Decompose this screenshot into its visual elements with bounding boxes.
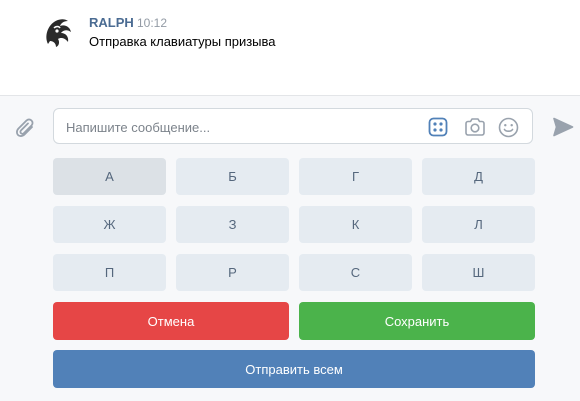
key-button[interactable]: А — [53, 158, 166, 195]
key-button[interactable]: Р — [176, 254, 289, 291]
key-button[interactable]: Ш — [422, 254, 535, 291]
key-button[interactable]: З — [176, 206, 289, 243]
avatar[interactable] — [40, 14, 76, 50]
paperclip-icon[interactable] — [14, 116, 38, 140]
key-button[interactable]: С — [299, 254, 412, 291]
key-button[interactable]: П — [53, 254, 166, 291]
message-text: Отправка клавиатуры призыва — [89, 34, 276, 49]
key-button[interactable]: Г — [299, 158, 412, 195]
message-input[interactable] — [66, 117, 406, 137]
smile-icon[interactable] — [498, 117, 519, 138]
key-button[interactable]: Л — [422, 206, 535, 243]
message-author[interactable]: RALPH — [89, 15, 134, 30]
key-button[interactable]: К — [299, 206, 412, 243]
message-input-box — [53, 108, 533, 144]
save-button[interactable]: Сохранить — [299, 302, 535, 340]
camera-icon[interactable] — [464, 117, 486, 137]
message-time: 10:12 — [137, 16, 168, 30]
cancel-button[interactable]: Отмена — [53, 302, 289, 340]
key-button[interactable]: Ж — [53, 206, 166, 243]
message: RALPH 10:12 Отправка клавиатуры призыва — [0, 0, 580, 95]
send-all-button[interactable]: Отправить всем — [53, 350, 535, 388]
key-button[interactable]: Д — [422, 158, 535, 195]
key-button[interactable]: Б — [176, 158, 289, 195]
send-icon[interactable] — [552, 116, 574, 138]
bot-keyboard-icon[interactable] — [428, 117, 448, 137]
